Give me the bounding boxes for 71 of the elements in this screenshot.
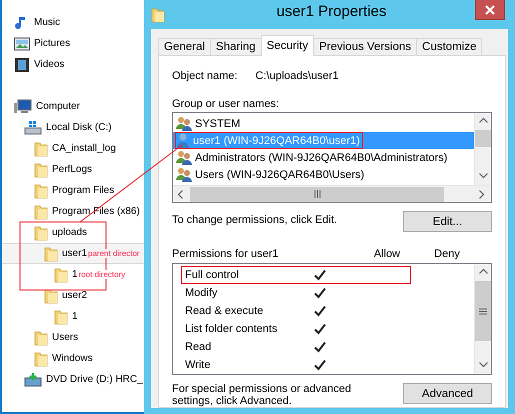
disc-drive-icon <box>24 372 42 388</box>
users-icon <box>176 116 192 131</box>
tree-item[interactable]: Music <box>2 12 144 33</box>
tree-item[interactable]: Pictures <box>2 33 144 54</box>
hint-text: For special permissions or advanced settings, click Advanced. <box>172 383 352 407</box>
permission-name: Write <box>185 359 212 371</box>
object-name: C:\uploads\user1 <box>255 70 339 82</box>
grip-icon <box>314 190 320 198</box>
annotation-label: root directory <box>78 270 126 279</box>
scroll-thumb[interactable] <box>475 130 491 147</box>
permission-name: Read & execute <box>185 305 264 317</box>
tree-item[interactable]: Users <box>2 327 144 348</box>
tree-item[interactable]: uploads <box>2 222 144 243</box>
folder-icon <box>34 162 48 178</box>
folder-icon <box>34 224 48 240</box>
tab[interactable]: Customize <box>416 38 482 56</box>
folder-icon <box>34 350 48 366</box>
field-label: Object name: <box>172 70 238 82</box>
user-icon <box>176 133 190 148</box>
permission-name: Read <box>185 341 212 353</box>
scrollbar[interactable] <box>474 264 491 374</box>
list-item[interactable]: Users (WIN-9J26QAR64B0\Users) <box>173 166 474 183</box>
annotation-label: parent director <box>88 249 140 258</box>
tree-item[interactable]: user2 <box>2 285 144 306</box>
tree-item[interactable]: Program Files (x86) <box>2 201 144 222</box>
folder-icon <box>44 288 58 304</box>
tree-item[interactable]: DVD Drive (D:) HRC_ <box>2 369 144 390</box>
tree-item[interactable]: 1 root directory <box>2 264 144 285</box>
tree-item[interactable]: PerfLogs <box>2 159 144 180</box>
folder-icon <box>44 246 58 262</box>
users-icon <box>176 167 192 182</box>
tree-item[interactable]: user1 parent director <box>2 243 144 264</box>
close-icon <box>485 4 495 14</box>
edit-button[interactable]: Edit... <box>403 211 492 232</box>
tree-item[interactable]: CA_install_log <box>2 138 144 159</box>
column-header: Deny <box>434 248 460 260</box>
folder-icon <box>54 266 68 282</box>
tree-item[interactable]: Computer <box>2 96 144 117</box>
film-icon <box>14 56 30 72</box>
tree-item[interactable]: Local Disk (C:) <box>2 117 144 138</box>
folder-icon <box>34 182 48 198</box>
users-icon <box>176 150 192 165</box>
folder-icon <box>34 140 48 156</box>
list-item[interactable]: Administrators (WIN-9J26QAR64B0\Administrators) <box>173 149 474 166</box>
window-title: user1 Properties <box>275 3 388 20</box>
close-button[interactable] <box>475 0 505 20</box>
hint-text: To change permissions, click Edit. <box>172 214 338 226</box>
advanced-button[interactable]: Advanced <box>403 383 492 404</box>
section-label: Permissions for user1 <box>172 248 280 260</box>
scrollbar[interactable] <box>474 113 491 185</box>
tree-item[interactable]: Videos <box>2 54 144 75</box>
picture-icon <box>14 36 30 50</box>
section-label: Group or user names: <box>172 98 280 110</box>
tree-item[interactable]: Program Files <box>2 180 144 201</box>
permission-name: Full control <box>185 269 240 281</box>
folder-icon <box>34 204 48 220</box>
permission-name: List folder contents <box>185 323 278 335</box>
drive-icon <box>24 120 42 136</box>
tree-item[interactable]: Windows <box>2 348 144 369</box>
computer-icon <box>14 98 32 114</box>
tree-item[interactable]: 1 <box>2 306 144 327</box>
tab[interactable]: General <box>158 38 211 56</box>
folder-icon <box>54 308 68 324</box>
scrollbar[interactable] <box>173 185 491 202</box>
grip-icon <box>479 308 487 314</box>
folder-icon <box>151 6 165 22</box>
column-header: Allow <box>374 248 400 260</box>
folder-icon <box>34 330 48 346</box>
list-item[interactable]: SYSTEM <box>173 115 474 132</box>
permission-name: Modify <box>185 287 218 299</box>
tab[interactable]: Security <box>260 35 314 56</box>
